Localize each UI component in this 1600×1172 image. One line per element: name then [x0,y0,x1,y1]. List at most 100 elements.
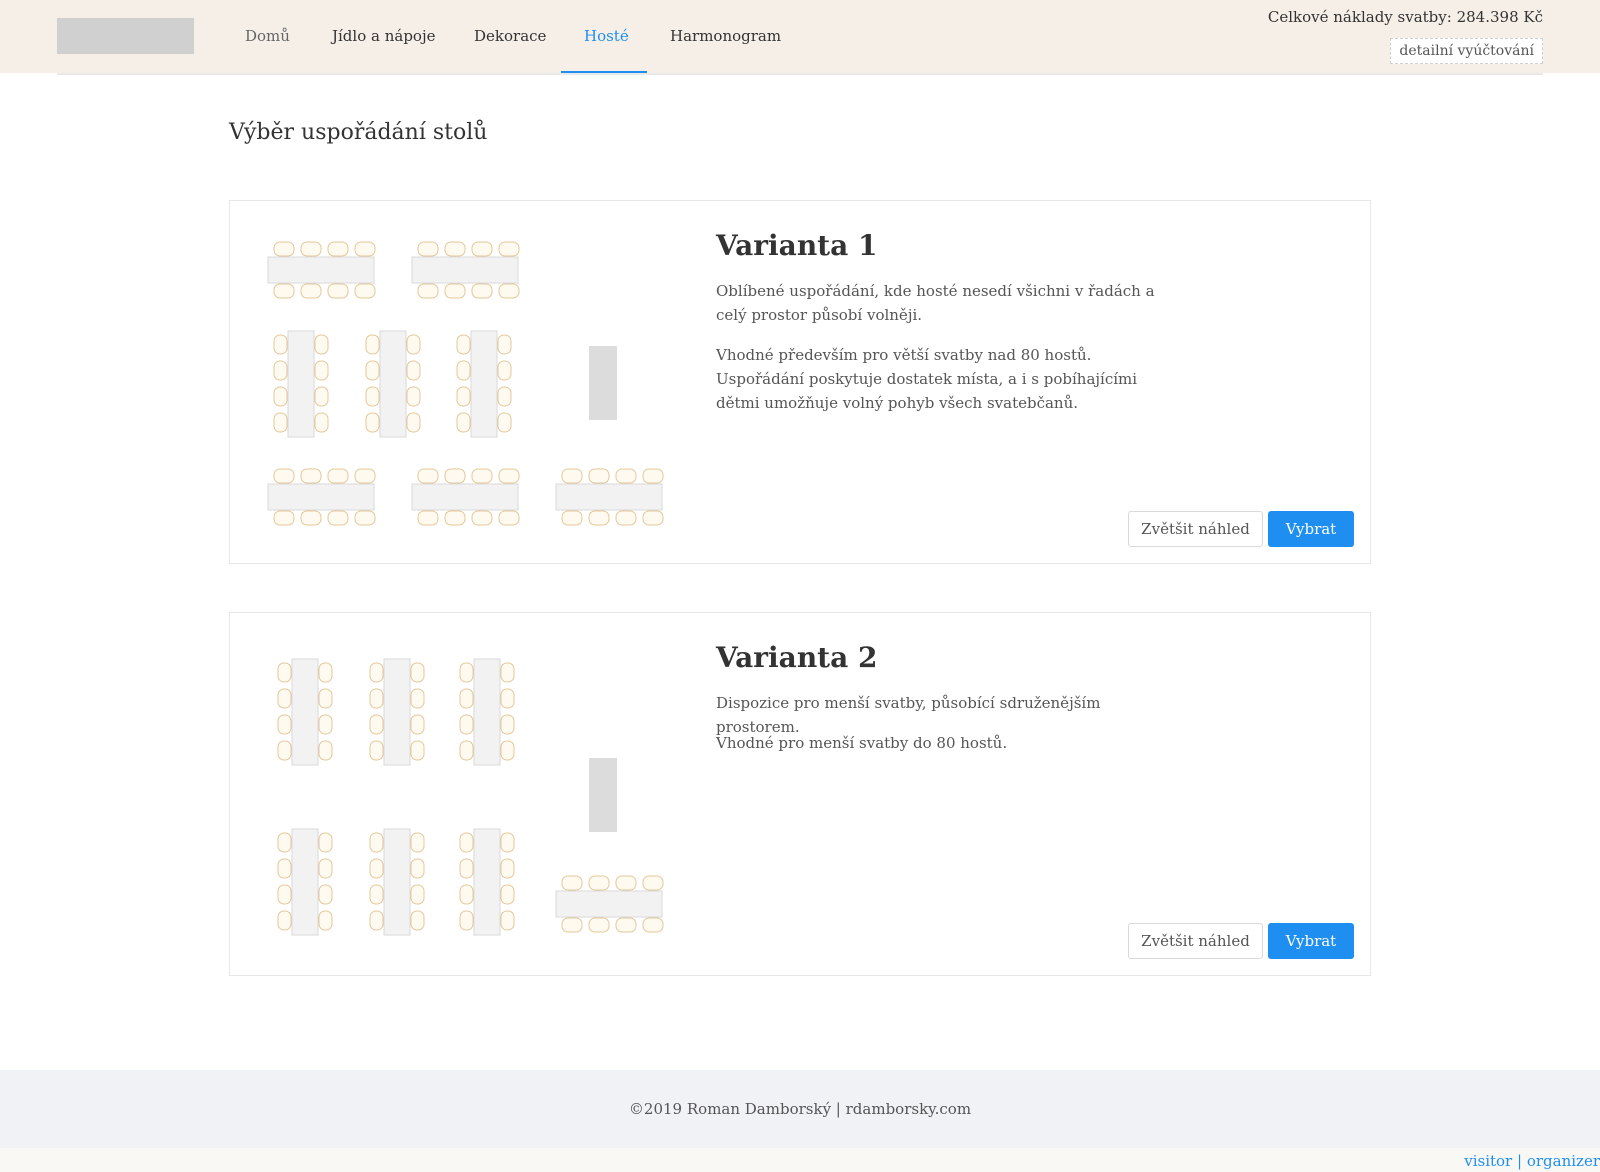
chair-icon [314,386,329,407]
chair-icon [561,875,583,891]
chair-icon [300,241,322,257]
chair-icon [497,334,512,355]
banquet-table [267,256,375,284]
chair-icon [471,283,493,299]
chair-icon [498,510,520,526]
chair-icon [642,510,664,526]
logo[interactable] [57,18,194,54]
chair-icon [500,662,515,683]
chair-icon [369,688,384,709]
nav-home[interactable]: Domů [245,27,290,45]
chair-icon [459,858,474,879]
nav-decorations[interactable]: Dekorace [474,27,546,45]
organizer-link[interactable]: organizer [1527,1152,1600,1170]
chair-icon [459,714,474,735]
chair-icon [561,917,583,933]
chair-icon [406,334,421,355]
total-cost: Celkové náklady svatby: 284.398 Kč [1267,8,1543,26]
chair-icon [459,884,474,905]
chair-icon [410,858,425,879]
chair-icon [277,832,292,853]
chair-icon [277,858,292,879]
chair-icon [498,468,520,484]
role-links: visitor | organizer [1464,1152,1600,1170]
banquet-table [379,330,407,438]
chair-icon [497,386,512,407]
chair-icon [497,412,512,433]
chair-icon [615,510,637,526]
chair-icon [273,412,288,433]
variant-description: Oblíbené uspořádání, kde hosté nesedí vš… [716,282,1155,324]
chair-icon [354,241,376,257]
chair-icon [354,468,376,484]
select-button[interactable]: Vybrat [1268,511,1354,547]
banquet-table [411,256,519,284]
chair-icon [471,241,493,257]
table-layout-diagram-2 [277,658,664,936]
banquet-table [383,828,411,936]
chair-icon [615,917,637,933]
chair-icon [471,510,493,526]
banquet-table [473,828,501,936]
chair-icon [500,832,515,853]
banquet-table [470,330,498,438]
chair-icon [500,858,515,879]
top-header: Domů Jídlo a nápoje Dekorace Hosté Harmo… [0,0,1600,74]
select-button[interactable]: Vybrat [1268,923,1354,959]
footer: ©2019 Roman Damborský | rdamborsky.com [0,1070,1600,1148]
chair-icon [459,688,474,709]
chair-icon [417,510,439,526]
footer-copyright: ©2019 Roman Damborský | rdamborsky.com [628,1100,972,1118]
chair-icon [273,241,295,257]
dance-floor-block [589,346,617,420]
nav-schedule[interactable]: Harmonogram [670,27,781,45]
chair-icon [417,468,439,484]
role-switch-bar: visitor | organizer [0,1148,1600,1172]
nav-food-drinks[interactable]: Jídlo a nápoje [332,27,435,45]
chair-icon [406,360,421,381]
variant-title: Varianta 2 [716,641,878,674]
detailed-billing-link[interactable]: detailní vyúčtování [1390,38,1543,64]
chair-icon [273,360,288,381]
chair-icon [459,662,474,683]
nav-guests[interactable]: Hosté [584,27,629,45]
chair-icon [273,510,295,526]
zoom-preview-button[interactable]: Zvětšit náhled [1128,923,1263,959]
chair-icon [273,386,288,407]
banquet-table [555,890,663,918]
chair-icon [369,910,384,931]
chair-icon [500,910,515,931]
banquet-table [473,658,501,766]
chair-icon [444,468,466,484]
table-layout-diagram-1 [267,241,664,526]
chair-icon [327,241,349,257]
chair-icon [406,386,421,407]
chair-icon [318,832,333,853]
chair-icon [327,510,349,526]
chair-icon [456,360,471,381]
chair-icon [318,858,333,879]
chair-icon [318,688,333,709]
chair-icon [410,884,425,905]
chair-icon [314,412,329,433]
chair-icon [277,714,292,735]
zoom-preview-button[interactable]: Zvětšit náhled [1128,511,1263,547]
chair-icon [642,875,664,891]
chair-icon [300,510,322,526]
chair-icon [500,740,515,761]
chair-icon [642,468,664,484]
chair-icon [327,468,349,484]
visitor-link[interactable]: visitor [1464,1152,1512,1170]
variant-card-2: Varianta 2 Dispozice pro menší svatby, p… [229,612,1371,976]
banquet-table [291,658,319,766]
chair-icon [318,910,333,931]
banquet-table [291,828,319,936]
chair-icon [277,688,292,709]
chair-icon [314,334,329,355]
chair-icon [500,714,515,735]
chair-icon [354,283,376,299]
chair-icon [369,714,384,735]
variant-description: Vhodné pro menší svatby do 80 hostů. [716,734,1008,752]
banquet-table [267,483,375,511]
chair-icon [444,241,466,257]
